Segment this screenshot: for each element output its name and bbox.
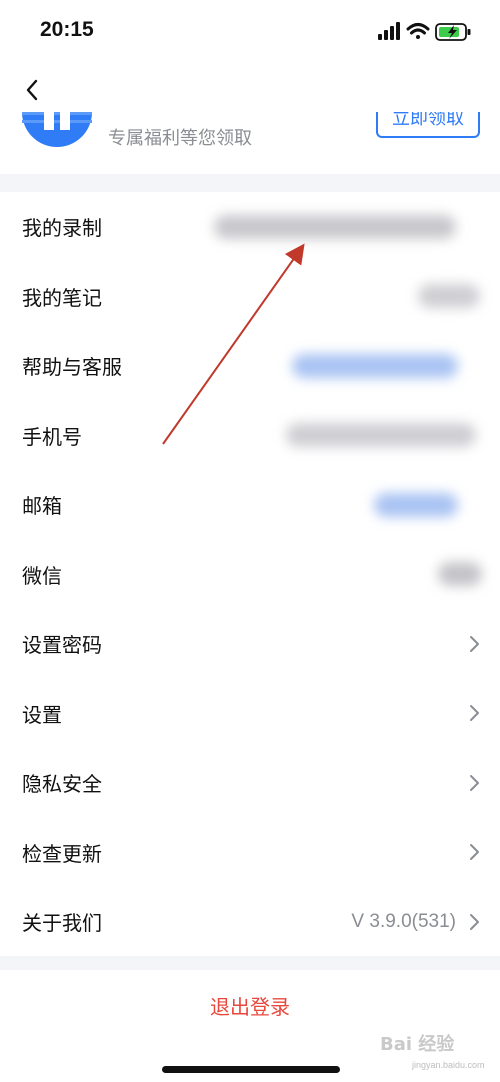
section-divider — [0, 174, 500, 192]
chevron-right-icon — [470, 774, 479, 791]
chevron-right-icon — [470, 705, 479, 722]
menu-row-my-notes[interactable]: 我的笔记 — [0, 261, 500, 331]
cellular-signal-icon — [378, 22, 400, 40]
status-time: 20:15 — [40, 18, 94, 41]
redacted-value — [374, 492, 458, 517]
menu-row-label: 设置 — [22, 702, 62, 727]
menu-row-label: 微信 — [22, 563, 62, 588]
wifi-icon — [406, 23, 430, 39]
home-indicator — [162, 1066, 340, 1073]
baidu-watermark: Bai 经验 — [380, 1034, 455, 1055]
menu-row-check-updates[interactable]: 检查更新 — [0, 817, 500, 887]
menu-row-email[interactable]: 邮箱 — [0, 470, 500, 540]
menu-row-phone[interactable]: 手机号 — [0, 400, 500, 470]
menu-row-label: 关于我们 — [22, 911, 102, 936]
nav-bar — [0, 64, 500, 114]
menu-row-privacy-security[interactable]: 隐私安全 — [0, 748, 500, 818]
menu-row-label: 手机号 — [22, 424, 82, 449]
settings-list: 我的录制 我的笔记 帮助与客服 手机号 邮箱 微信 设置密码 设置 隐私安全 检… — [0, 192, 500, 957]
claim-now-button[interactable]: 立即领取 — [376, 112, 480, 138]
redacted-value — [286, 423, 476, 448]
menu-row-label: 我的录制 — [22, 216, 102, 241]
menu-row-label: 我的笔记 — [22, 285, 102, 310]
section-divider — [0, 956, 500, 970]
redacted-value — [438, 562, 482, 587]
baidu-watermark-url: jingyan.baidu.com — [412, 1060, 485, 1070]
vip-logo-icon — [22, 112, 92, 147]
redacted-value — [292, 353, 458, 378]
menu-row-label: 隐私安全 — [22, 772, 102, 797]
menu-row-set-password[interactable]: 设置密码 — [0, 609, 500, 679]
chevron-right-icon — [470, 844, 479, 861]
back-button[interactable] — [14, 72, 50, 108]
menu-row-my-recordings[interactable]: 我的录制 — [0, 192, 500, 262]
menu-row-label: 邮箱 — [22, 494, 62, 519]
menu-row-settings[interactable]: 设置 — [0, 678, 500, 748]
vip-promo-banner[interactable]: 专属福利等您领取 立即领取 — [0, 112, 500, 174]
battery-charging-icon — [435, 23, 471, 41]
menu-row-label: 帮助与客服 — [22, 355, 122, 380]
menu-row-label: 检查更新 — [22, 841, 102, 866]
redacted-value — [214, 214, 456, 239]
chevron-left-icon — [26, 79, 38, 101]
app-version: V 3.9.0(531) — [351, 910, 456, 932]
menu-row-wechat[interactable]: 微信 — [0, 539, 500, 609]
logout-label: 退出登录 — [210, 994, 290, 1019]
status-bar: 20:15 — [0, 0, 500, 64]
menu-row-about-us[interactable]: 关于我们 V 3.9.0(531) — [0, 887, 500, 957]
chevron-right-icon — [470, 635, 479, 652]
menu-row-help-support[interactable]: 帮助与客服 — [0, 331, 500, 401]
promo-text: 专属福利等您领取 — [108, 128, 252, 149]
chevron-right-icon — [470, 913, 479, 930]
claim-now-label: 立即领取 — [392, 112, 464, 129]
status-icons — [378, 22, 471, 41]
redacted-value — [418, 284, 480, 309]
menu-row-label: 设置密码 — [22, 633, 102, 658]
